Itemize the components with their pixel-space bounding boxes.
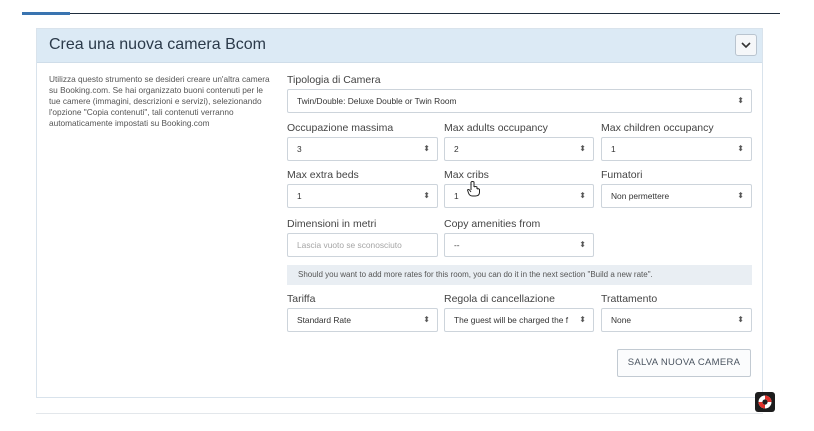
rate-value: Standard Rate [297, 315, 352, 325]
max-occupancy-value: 3 [297, 144, 302, 154]
smokers-select[interactable]: Non permettere ⬍ [601, 184, 752, 208]
rate-select[interactable]: Standard Rate ⬍ [287, 308, 438, 332]
save-new-room-button[interactable]: SALVA NUOVA CAMERA [617, 349, 751, 377]
board-select[interactable]: None ⬍ [601, 308, 752, 332]
collapse-button[interactable] [735, 34, 757, 56]
max-adults-label: Max adults occupancy [444, 122, 548, 134]
extra-beds-label: Max extra beds [287, 169, 359, 181]
extra-beds-select[interactable]: 1 ⬍ [287, 184, 438, 208]
active-tab-indicator [22, 12, 70, 15]
select-arrows-icon: ⬍ [423, 315, 430, 324]
cancellation-select[interactable]: The guest will be charged the f ⬍ [444, 308, 594, 332]
copy-amenities-label: Copy amenities from [444, 218, 541, 230]
max-children-select[interactable]: 1 ⬍ [601, 137, 752, 161]
lifebuoy-icon[interactable] [755, 392, 775, 412]
select-arrows-icon: ⬍ [579, 240, 586, 249]
panel-header: Crea una nuova camera Bcom [37, 29, 762, 63]
max-adults-select[interactable]: 2 ⬍ [444, 137, 594, 161]
dimensions-label: Dimensioni in metri [287, 218, 377, 230]
panel-title: Crea una nuova camera Bcom [49, 36, 266, 53]
select-arrows-icon: ⬍ [737, 144, 744, 153]
section-divider [36, 413, 763, 414]
max-children-value: 1 [611, 144, 616, 154]
rates-notice: Should you want to add more rates for th… [287, 265, 752, 285]
select-arrows-icon: ⬍ [737, 191, 744, 200]
dimensions-input[interactable]: Lascia vuoto se sconosciuto [287, 233, 438, 257]
board-label: Trattamento [601, 293, 658, 305]
smokers-label: Fumatori [601, 169, 643, 181]
room-type-label: Tipologia di Camera [287, 74, 381, 86]
select-arrows-icon: ⬍ [423, 191, 430, 200]
cancellation-value: The guest will be charged the f [454, 315, 569, 325]
dimensions-placeholder: Lascia vuoto se sconosciuto [297, 240, 402, 250]
copy-amenities-value: -- [454, 240, 460, 250]
select-arrows-icon: ⬍ [579, 191, 586, 200]
room-type-select[interactable]: Twin/Double: Deluxe Double or Twin Room … [287, 89, 752, 113]
max-occupancy-select[interactable]: 3 ⬍ [287, 137, 438, 161]
new-room-panel: Crea una nuova camera Bcom Utilizza ques… [36, 28, 763, 398]
hand-pointer-icon [467, 181, 480, 197]
max-children-label: Max children occupancy [601, 122, 714, 134]
room-type-value: Twin/Double: Deluxe Double or Twin Room [297, 96, 457, 106]
max-adults-value: 2 [454, 144, 459, 154]
smokers-value: Non permettere [611, 191, 670, 201]
cribs-label: Max cribs [444, 169, 489, 181]
top-border [22, 13, 780, 14]
copy-amenities-select[interactable]: -- ⬍ [444, 233, 594, 257]
select-arrows-icon: ⬍ [423, 144, 430, 153]
chevron-down-icon [741, 41, 751, 48]
select-arrows-icon: ⬍ [737, 96, 744, 105]
cancellation-label: Regola di cancellazione [444, 293, 555, 305]
cribs-value: 1 [454, 191, 459, 201]
board-value: None [611, 315, 632, 325]
select-arrows-icon: ⬍ [579, 144, 586, 153]
extra-beds-value: 1 [297, 191, 302, 201]
select-arrows-icon: ⬍ [577, 309, 586, 331]
rate-label: Tariffa [287, 293, 316, 305]
intro-text: Utilizza questo strumento se desideri cr… [49, 74, 270, 128]
max-occupancy-label: Occupazione massima [287, 122, 394, 134]
select-arrows-icon: ⬍ [737, 315, 744, 324]
